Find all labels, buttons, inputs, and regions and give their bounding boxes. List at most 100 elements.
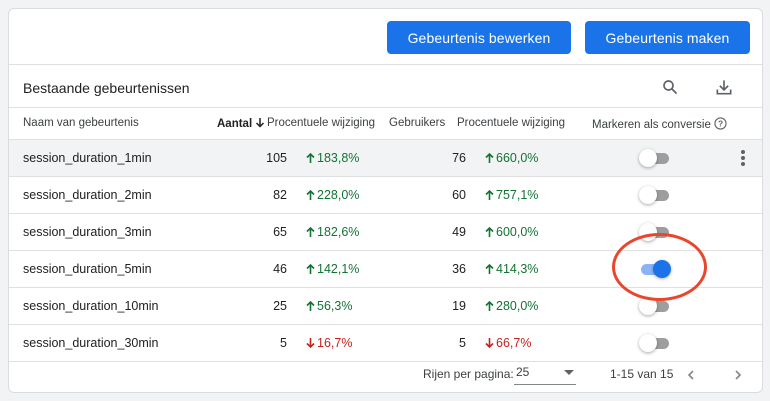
table-row[interactable]: session_duration_3min 65 182,6% 49 600,0% — [9, 214, 762, 251]
event-name[interactable]: session_duration_3min — [23, 225, 152, 239]
column-header-count-change[interactable]: Procentuele wijziging — [267, 117, 375, 129]
users-change-value: 600,0% — [496, 225, 539, 239]
arrow-up-icon — [485, 226, 494, 237]
event-users: 5 — [459, 336, 466, 350]
table-row[interactable]: session_duration_30min 5 16,7% 5 66,7% — [9, 325, 762, 362]
column-header-conversion-label: Markeren als conversie — [592, 119, 711, 131]
column-header-count-label: Aantal — [217, 118, 253, 130]
next-page-icon[interactable] — [728, 365, 748, 385]
users-change: 280,0% — [485, 299, 538, 313]
column-header-users[interactable]: Gebruikers — [389, 117, 445, 129]
event-users: 76 — [452, 151, 466, 165]
toggle-knob — [639, 297, 657, 315]
users-change: 414,3% — [485, 262, 538, 276]
arrow-up-icon — [485, 300, 494, 311]
count-change-value: 142,1% — [317, 262, 360, 276]
conversion-toggle[interactable] — [639, 223, 671, 241]
users-change-value: 66,7% — [496, 336, 532, 350]
count-change: 16,7% — [306, 336, 352, 350]
count-change: 182,6% — [306, 225, 359, 239]
table-header: Naam van gebeurtenis Aantal Procentuele … — [9, 108, 762, 140]
top-toolbar: Gebeurtenis bewerken Gebeurtenis maken — [9, 9, 762, 65]
arrow-up-icon — [485, 263, 494, 274]
arrow-down-icon — [306, 338, 315, 349]
event-users: 60 — [452, 188, 466, 202]
count-change-value: 56,3% — [317, 299, 353, 313]
toggle-knob — [639, 186, 657, 204]
column-header-conversion[interactable]: Markeren als conversie ? — [592, 117, 727, 131]
table-footer: Rijen per pagina: 25 1-15 van 15 — [9, 363, 762, 392]
count-change-value: 228,0% — [317, 188, 360, 202]
arrow-up-icon — [306, 189, 315, 200]
event-count: 25 — [273, 299, 287, 313]
count-change-value: 16,7% — [317, 336, 353, 350]
conversion-toggle[interactable] — [639, 149, 671, 167]
sort-arrow-down-icon — [256, 118, 265, 128]
toggle-knob — [639, 334, 657, 352]
table-row[interactable]: session_duration_1min 105 183,8% 76 660,0% — [9, 140, 762, 177]
column-header-count[interactable]: Aantal — [217, 117, 265, 130]
event-count: 82 — [273, 188, 287, 202]
users-change-value: 414,3% — [496, 262, 539, 276]
count-change-value: 183,8% — [317, 151, 360, 165]
rows-per-page-select[interactable]: 25 — [514, 365, 576, 385]
event-count: 105 — [266, 151, 287, 165]
conversion-toggle[interactable] — [639, 260, 671, 278]
users-change: 600,0% — [485, 225, 538, 239]
arrow-up-icon — [306, 152, 315, 163]
count-change-value: 182,6% — [317, 225, 360, 239]
search-icon[interactable] — [656, 73, 684, 101]
download-icon[interactable] — [710, 73, 738, 101]
arrow-up-icon — [306, 300, 315, 311]
edit-event-button[interactable]: Gebeurtenis bewerken — [387, 21, 571, 54]
event-users: 49 — [452, 225, 466, 239]
rows-per-page-label: Rijen per pagina: — [423, 367, 514, 381]
event-name[interactable]: session_duration_10min — [23, 299, 159, 313]
arrow-down-icon — [485, 338, 494, 349]
table-row[interactable]: session_duration_2min 82 228,0% 60 757,1% — [9, 177, 762, 214]
column-header-users-change[interactable]: Procentuele wijziging — [457, 117, 565, 129]
event-users: 36 — [452, 262, 466, 276]
event-name[interactable]: session_duration_1min — [23, 151, 152, 165]
count-change: 228,0% — [306, 188, 359, 202]
arrow-up-icon — [306, 226, 315, 237]
table-row[interactable]: session_duration_10min 25 56,3% 19 280,0% — [9, 288, 762, 325]
events-card: Gebeurtenis bewerken Gebeurtenis maken B… — [8, 8, 763, 393]
event-count: 65 — [273, 225, 287, 239]
chevron-down-icon — [564, 370, 574, 375]
more-options-icon[interactable] — [739, 149, 747, 167]
arrow-up-icon — [306, 263, 315, 274]
event-name[interactable]: session_duration_2min — [23, 188, 152, 202]
conversion-toggle[interactable] — [639, 297, 671, 315]
users-change-value: 757,1% — [496, 188, 539, 202]
pagination-range: 1-15 van 15 — [610, 367, 674, 381]
section-title: Bestaande gebeurtenissen — [23, 80, 190, 96]
users-change-value: 660,0% — [496, 151, 539, 165]
previous-page-icon[interactable] — [681, 365, 701, 385]
toggle-knob — [653, 260, 671, 278]
conversion-toggle[interactable] — [639, 334, 671, 352]
count-change: 142,1% — [306, 262, 359, 276]
rows-per-page-value: 25 — [516, 365, 530, 379]
conversion-toggle[interactable] — [639, 186, 671, 204]
arrow-up-icon — [485, 189, 494, 200]
event-name[interactable]: session_duration_5min — [23, 262, 152, 276]
svg-text:?: ? — [718, 118, 723, 128]
users-change: 660,0% — [485, 151, 538, 165]
section-header: Bestaande gebeurtenissen — [9, 65, 762, 108]
event-count: 46 — [273, 262, 287, 276]
create-event-button[interactable]: Gebeurtenis maken — [585, 21, 750, 54]
toggle-knob — [639, 149, 657, 167]
arrow-up-icon — [485, 152, 494, 163]
event-name[interactable]: session_duration_30min — [23, 336, 159, 350]
users-change-value: 280,0% — [496, 299, 539, 313]
event-users: 19 — [452, 299, 466, 313]
column-header-name[interactable]: Naam van gebeurtenis — [23, 117, 139, 129]
count-change: 183,8% — [306, 151, 359, 165]
toggle-knob — [639, 223, 657, 241]
users-change: 757,1% — [485, 188, 538, 202]
table-row[interactable]: session_duration_5min 46 142,1% 36 414,3% — [9, 251, 762, 288]
users-change: 66,7% — [485, 336, 531, 350]
event-count: 5 — [280, 336, 287, 350]
help-icon[interactable]: ? — [714, 117, 727, 130]
